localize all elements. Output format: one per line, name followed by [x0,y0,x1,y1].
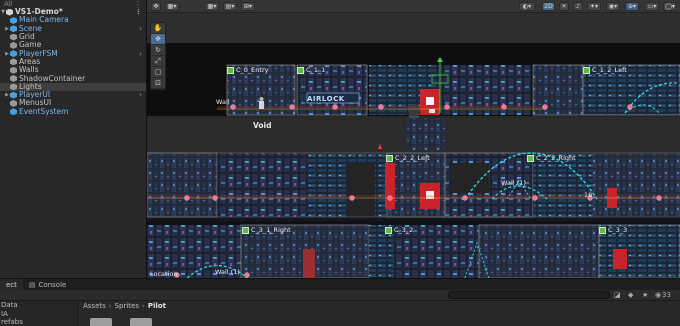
unity-scene-icon [6,8,13,16]
cube-blue-icon [10,91,17,99]
scene-toolbar: ✥ ▦▾ ▦▾ ▤▾ ⊞▾ ◐▾ 2D ☀ ♪ ✦▾ ◉▾ ⊕▾ ▭▾ ◯▾ [147,0,680,13]
filter-type-icon[interactable]: ◪ [614,291,621,299]
hierarchy-item[interactable]: EventSystem [0,106,146,116]
room-anchor-icon [297,66,304,74]
room-anchor-icon [527,154,534,162]
cube-blue-icon [10,25,17,33]
draw-mode-dropdown[interactable]: ▦▾ [165,2,179,11]
cube-gray-icon [10,33,17,41]
tool-palette: ✋ ✥ ↻ ⤢ ▢ ⊡ [150,22,166,90]
room-tag-c2-2-left[interactable]: C_2_2_Left [386,154,430,162]
breadcrumb-pilot[interactable]: Pilot [148,302,166,310]
hand-tool-icon[interactable]: ✥ [151,2,161,11]
folder-item[interactable]: IA [0,310,77,319]
room-anchor-icon [385,226,392,234]
cube-blue-icon [10,108,17,116]
cube-gray-icon [10,99,17,107]
folder-item[interactable]: refabs [0,318,77,326]
folder-thumbnail-icon[interactable] [90,318,112,326]
mode-2d-toggle[interactable]: 2D [542,2,555,11]
room-tag-c0-entry[interactable]: C_0_Entry [227,66,268,74]
breadcrumb-separator-icon: › [108,301,112,310]
cube-gray-icon [10,58,17,66]
hidden-packages-icon[interactable]: ◉ [655,291,661,299]
console-icon: ▤ [28,280,36,289]
project-toolbar: ◪ ◆ ★ ◉ 33 [0,290,680,301]
room-tag-c3-3[interactable]: C_3_3 [599,226,627,234]
open-prefab-icon[interactable]: › [139,25,142,33]
bottom-tabs: ect ▤ Console [0,279,680,290]
cube-gray-icon [10,83,17,91]
expand-caret-icon[interactable]: ▶ [4,91,10,99]
breadcrumb: Assets › Sprites › Pilot [78,301,680,310]
cube-gray-icon [10,75,17,83]
room-tag-c1-1[interactable]: C_1_1 [297,66,325,74]
breadcrumb-sprites[interactable]: Sprites [115,302,139,310]
camera-settings-button[interactable]: ▭▾ [645,2,659,11]
audio-toggle-icon[interactable]: ♪ [573,2,583,11]
room-anchor-icon [242,226,249,234]
grid-snap-dropdown[interactable]: ▦▾ [205,2,219,11]
cube-gray-icon [10,41,17,49]
cube-blue-icon [10,16,17,24]
breadcrumb-assets[interactable]: Assets [83,302,106,310]
wall-label-2: Wall (1) [501,179,526,187]
folder-thumbnail-icon[interactable] [130,318,152,326]
expand-caret-icon[interactable]: ▼ [0,8,6,16]
pivot-dropdown[interactable]: ⊞▾ [241,2,255,11]
shading-mode-dropdown[interactable]: ◐▾ [519,2,535,11]
scene-view[interactable]: C_0_Entry C_1_1 C_1_2_Left C_2_2_Left C_… [147,13,680,278]
scene-visibility-button[interactable]: ◉▾ [606,2,620,11]
breadcrumb-separator-icon: › [142,301,145,310]
gizmos-dropdown[interactable]: ◯▾ [663,2,677,11]
folder-item[interactable]: Data [0,301,77,310]
room-anchor-icon [583,66,590,74]
location-label: Location [150,270,178,278]
tab-console[interactable]: ▤ Console [23,279,72,290]
move-tool-icon[interactable]: ✥ [151,34,165,45]
tab-project[interactable]: ect [0,279,23,290]
hierarchy-panel: All ⋮ ▼ VS1-Demo* ⋮ Main Camera ▶ Scene › Gr… [0,0,147,278]
room-tag-c3-1-right[interactable]: C_3_1_Right [242,226,291,234]
hidden-count: 33 [662,291,671,299]
filter-label-icon[interactable]: ◆ [628,291,633,299]
rotate-tool-icon[interactable]: ↻ [151,45,165,56]
expand-caret-icon[interactable]: ▶ [4,50,10,58]
hierarchy-item-list: Main Camera ▶ Scene › Grid Game ▶ PlayerFSM › Are… [0,16,146,116]
cube-blue-icon [10,50,17,58]
transform-tool-icon[interactable]: ⊡ [151,78,165,89]
room-tag-c3-2[interactable]: C_3_2 [385,226,413,234]
snap-settings-button[interactable]: ▤▾ [223,2,237,11]
open-prefab-icon[interactable]: › [139,91,142,99]
favorite-icon[interactable]: ★ [642,291,648,299]
project-folder-tree: Data IA refabs [0,301,78,326]
room-tag-c2-2-right[interactable]: C_2_2_Right [527,154,576,162]
expand-caret-icon[interactable]: ▶ [4,25,10,33]
number-label: 18 [584,191,593,199]
view-tool-icon[interactable]: ✋ [151,23,165,34]
wall-label-3: Wall (1) [215,268,240,276]
effects-dropdown[interactable]: ✦▾ [587,2,601,11]
void-label: Void [253,121,272,130]
cube-gray-icon [10,66,17,74]
room-anchor-icon [386,154,393,162]
wall-label-1: Wall [216,98,230,106]
scene-canvas[interactable] [147,13,680,278]
scale-tool-icon[interactable]: ⤢ [151,56,165,67]
room-anchor-icon [227,66,234,74]
room-anchor-icon [599,226,606,234]
open-prefab-icon[interactable]: › [139,50,142,58]
hierarchy-item-label: EventSystem [19,106,69,116]
room-tag-c1-2-left[interactable]: C_1_2_Left [583,66,627,74]
scene-menu-icon[interactable]: ⋮ [135,8,142,16]
hierarchy-filter-label[interactable]: All [4,0,13,8]
lighting-toggle-icon[interactable]: ☀ [559,2,569,11]
rect-tool-icon[interactable]: ▢ [151,67,165,78]
gizmos-button[interactable]: ⊕▾ [625,2,639,11]
airlock-sign: AIRLOCK [307,95,345,103]
project-search-input[interactable] [448,291,610,299]
